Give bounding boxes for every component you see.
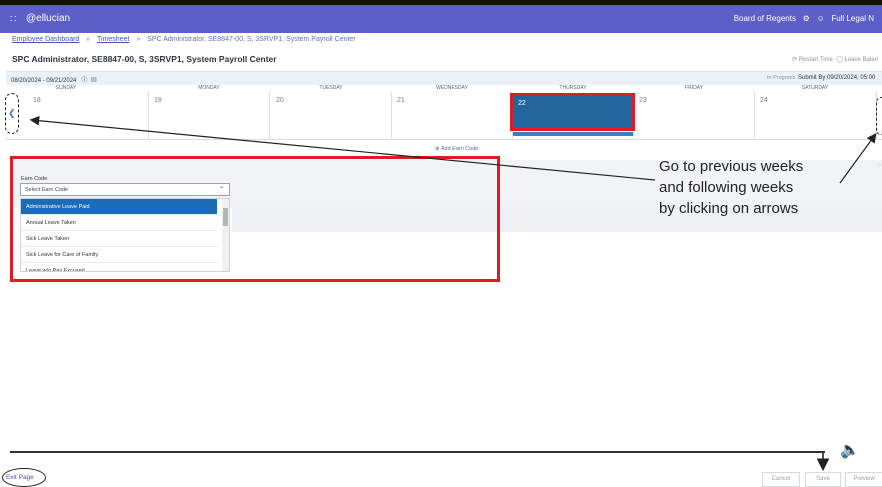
arrow-to-previous-week [29, 115, 656, 181]
annotation-bottom-line [10, 451, 825, 453]
arrow-to-next-week [839, 133, 877, 184]
cancel-button[interactable]: Cancel [762, 472, 800, 487]
save-button[interactable]: Save [805, 472, 841, 487]
speaker-icon: 🔈 [840, 442, 860, 459]
annotation-arrows [29, 115, 877, 472]
preview-button[interactable]: Preview [845, 472, 882, 487]
exit-page-link[interactable]: Exit Page [6, 474, 34, 481]
